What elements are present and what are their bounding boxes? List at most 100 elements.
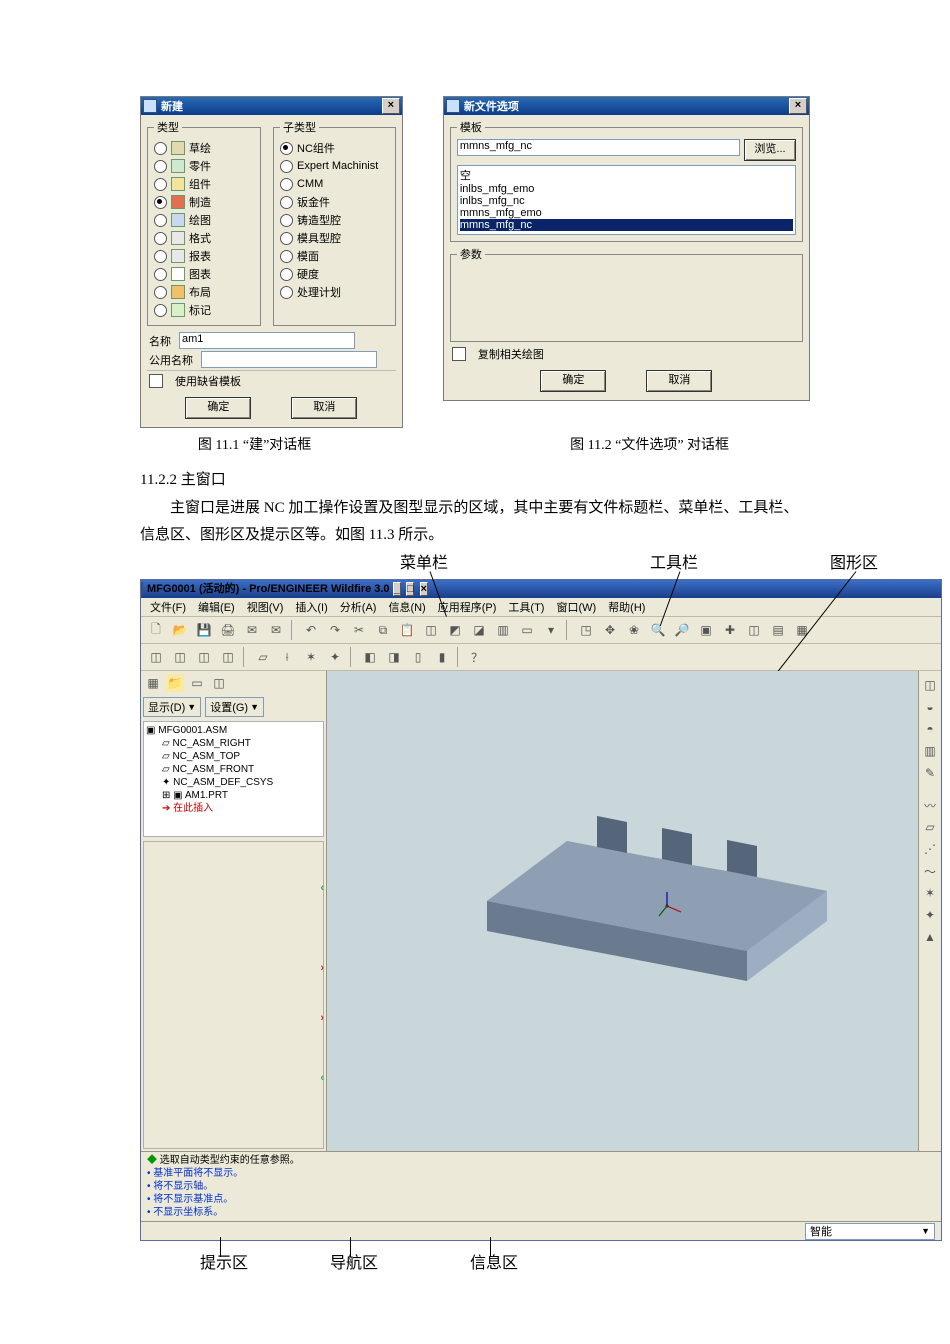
rtool-icon[interactable]: ✶: [920, 883, 940, 903]
subtype-option-4[interactable]: 铸造型腔: [280, 211, 389, 229]
tool-icon[interactable]: ◫: [743, 619, 765, 641]
tool-icon[interactable]: ◧: [359, 646, 381, 668]
subtype-option-7[interactable]: 硬度: [280, 265, 389, 283]
rtool-icon[interactable]: ▥: [920, 741, 940, 761]
type-option-part[interactable]: 零件: [154, 157, 254, 175]
cut-icon[interactable]: ✂: [348, 619, 370, 641]
tool-icon[interactable]: ▮: [431, 646, 453, 668]
mail-icon[interactable]: ✉: [241, 619, 263, 641]
template-list[interactable]: 空 inlbs_mfg_emo inlbs_mfg_nc mmns_mfg_em…: [457, 165, 796, 235]
rtool-icon[interactable]: ✎: [920, 763, 940, 783]
ok-button[interactable]: 确定: [185, 397, 251, 419]
use-default-template[interactable]: 使用缺省模板: [149, 373, 394, 389]
zoom-in-icon[interactable]: 🔍: [647, 619, 669, 641]
menu-info[interactable]: 信息(N): [383, 599, 430, 615]
type-option-sketch[interactable]: 草绘: [154, 139, 254, 157]
copy-icon[interactable]: ⧉: [372, 619, 394, 641]
tree-item[interactable]: ▱ NC_ASM_FRONT: [146, 763, 321, 776]
plane-icon[interactable]: ▱: [252, 646, 274, 668]
type-option-markup[interactable]: 标记: [154, 301, 254, 319]
close-icon[interactable]: ×: [789, 98, 807, 114]
tool-icon[interactable]: ▾: [540, 619, 562, 641]
axis-icon[interactable]: ⟊: [276, 646, 298, 668]
template-item[interactable]: inlbs_mfg_nc: [460, 195, 793, 207]
menu-analysis[interactable]: 分析(A): [335, 599, 382, 615]
subtype-option-6[interactable]: 模面: [280, 247, 389, 265]
tree-item[interactable]: ▱ NC_ASM_RIGHT: [146, 737, 321, 750]
menu-edit[interactable]: 编辑(E): [193, 599, 240, 615]
close-icon[interactable]: ×: [420, 582, 428, 596]
tree-item[interactable]: ▱ NC_ASM_TOP: [146, 750, 321, 763]
tree-root[interactable]: ▣ MFG0001.ASM: [146, 724, 321, 737]
menu-tools[interactable]: 工具(T): [503, 599, 549, 615]
close-icon[interactable]: ×: [382, 98, 400, 114]
name-input[interactable]: am1: [179, 332, 355, 349]
model-tree[interactable]: ▣ MFG0001.ASM ▱ NC_ASM_RIGHT ▱ NC_ASM_TO…: [143, 721, 324, 837]
browse-button[interactable]: 浏览...: [744, 139, 796, 161]
ok-button[interactable]: 确定: [540, 370, 606, 392]
tool-icon[interactable]: ▥: [492, 619, 514, 641]
selection-filter-combo[interactable]: 智能▼: [805, 1223, 935, 1240]
set-dropdown[interactable]: 设置(G)▼: [205, 697, 264, 717]
type-option-layout[interactable]: 布局: [154, 283, 254, 301]
type-option-report[interactable]: 报表: [154, 247, 254, 265]
subtype-option-2[interactable]: CMM: [280, 175, 389, 193]
zoom-all-icon[interactable]: ▣: [695, 619, 717, 641]
rtool-icon[interactable]: ▲: [920, 927, 940, 947]
tool-icon[interactable]: ◫: [420, 619, 442, 641]
menu-window[interactable]: 窗口(W): [551, 599, 601, 615]
subtype-option-5[interactable]: 模具型腔: [280, 229, 389, 247]
nav-icon[interactable]: ▭: [187, 673, 207, 693]
type-option-manufacture[interactable]: 制造: [154, 193, 254, 211]
nav-icon[interactable]: ◫: [209, 673, 229, 693]
tool-icon[interactable]: ▭: [516, 619, 538, 641]
type-option-format[interactable]: 格式: [154, 229, 254, 247]
save-icon[interactable]: 💾: [193, 619, 215, 641]
tree-item[interactable]: ✦ NC_ASM_DEF_CSYS: [146, 776, 321, 789]
tool-icon[interactable]: ✚: [719, 619, 741, 641]
rtool-icon[interactable]: 〜: [920, 861, 940, 881]
menu-help[interactable]: 帮助(H): [603, 599, 650, 615]
subtype-option-3[interactable]: 钣金件: [280, 193, 389, 211]
graphics-area[interactable]: [327, 671, 918, 1151]
tree-item[interactable]: ⊞ ▣ AM1.PRT: [146, 789, 321, 802]
rtool-icon[interactable]: ◫: [920, 675, 940, 695]
view-icon[interactable]: ◫: [193, 646, 215, 668]
copy-related-drawings[interactable]: 复制相关绘图: [452, 346, 801, 362]
paste-icon[interactable]: 📋: [396, 619, 418, 641]
tool-icon[interactable]: ◨: [383, 646, 405, 668]
menu-file[interactable]: 文件(F): [145, 599, 191, 615]
template-item[interactable]: 空: [460, 167, 793, 183]
tool-icon[interactable]: ▯: [407, 646, 429, 668]
type-option-drawing[interactable]: 绘图: [154, 211, 254, 229]
csys-icon[interactable]: ✦: [324, 646, 346, 668]
nav-icon[interactable]: 📁: [165, 673, 185, 693]
point-icon[interactable]: ✶: [300, 646, 322, 668]
show-dropdown[interactable]: 显示(D)▼: [143, 697, 201, 717]
menu-view[interactable]: 视图(V): [242, 599, 289, 615]
view-icon[interactable]: ◫: [145, 646, 167, 668]
view-icon[interactable]: ◫: [169, 646, 191, 668]
redo-icon[interactable]: ↷: [324, 619, 346, 641]
spin-icon[interactable]: ✥: [599, 619, 621, 641]
minimize-icon[interactable]: _: [393, 582, 401, 596]
tool-icon[interactable]: ◩: [444, 619, 466, 641]
subtype-option-8[interactable]: 处理计划: [280, 283, 389, 301]
tool-icon[interactable]: ◳: [575, 619, 597, 641]
nav-icon[interactable]: ▦: [143, 673, 163, 693]
type-option-assembly[interactable]: 组件: [154, 175, 254, 193]
tool-icon[interactable]: ▤: [767, 619, 789, 641]
tree-insert-here[interactable]: ➔ 在此插入: [146, 802, 321, 815]
tool-icon[interactable]: ◪: [468, 619, 490, 641]
subtype-option-0[interactable]: NC组件: [280, 139, 389, 157]
maximize-icon[interactable]: □: [406, 582, 415, 596]
print-icon[interactable]: 🖨: [217, 619, 239, 641]
rtool-icon[interactable]: ✦: [920, 905, 940, 925]
type-option-chart[interactable]: 图表: [154, 265, 254, 283]
common-name-input[interactable]: [201, 351, 377, 368]
help-icon[interactable]: ？: [466, 646, 488, 668]
template-item[interactable]: inlbs_mfg_emo: [460, 183, 793, 195]
view-icon[interactable]: ◫: [217, 646, 239, 668]
undo-icon[interactable]: ↶: [300, 619, 322, 641]
rtool-icon[interactable]: ◒: [920, 697, 940, 717]
